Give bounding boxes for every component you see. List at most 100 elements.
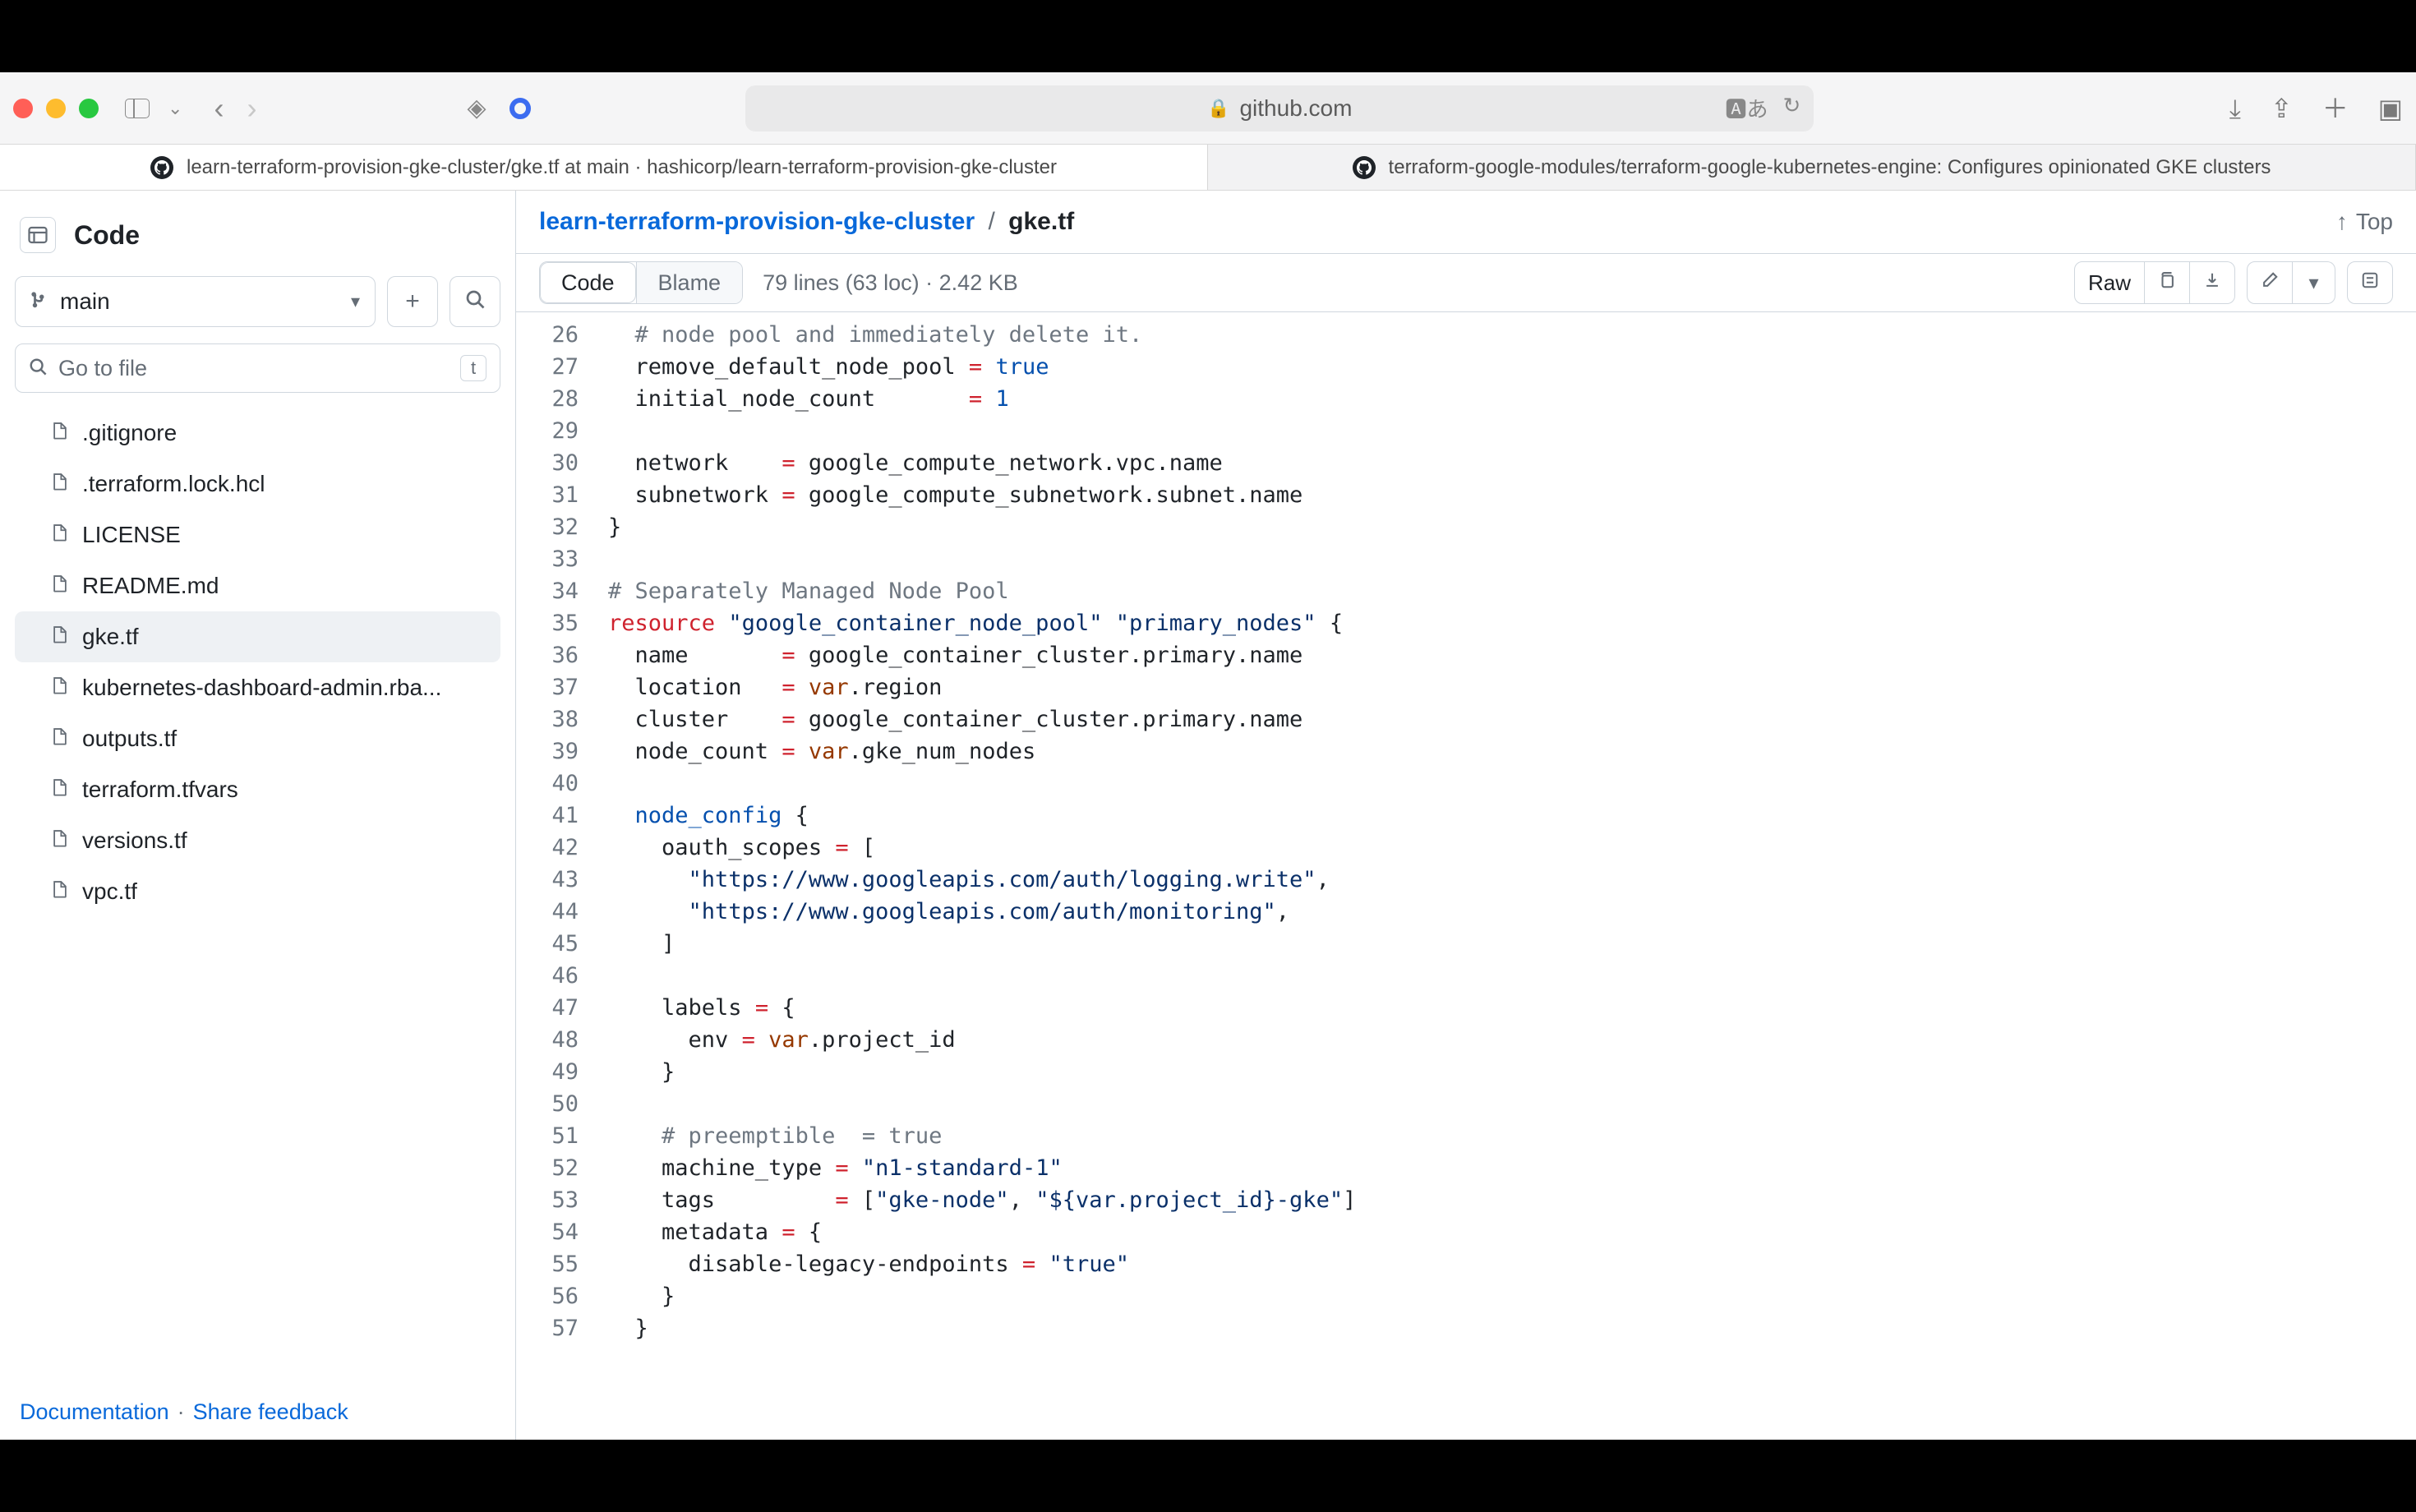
breadcrumb: learn-terraform-provision-gke-cluster / …: [539, 208, 1074, 236]
code-view[interactable]: 2627282930313233343536373839404142434445…: [516, 312, 2416, 1440]
zoom-window-button[interactable]: [79, 99, 99, 118]
line-number[interactable]: 48: [516, 1024, 579, 1056]
close-window-button[interactable]: [13, 99, 33, 118]
privacy-shield-icon[interactable]: ◈: [467, 94, 486, 122]
file-tree-item-label: vpc.tf: [82, 878, 137, 905]
file-tree-item-label: .terraform.lock.hcl: [82, 471, 265, 497]
file-filter-input[interactable]: Go to file t: [15, 343, 500, 393]
line-number[interactable]: 46: [516, 960, 579, 992]
reload-icon[interactable]: ↻: [1782, 93, 1800, 123]
line-number[interactable]: 31: [516, 479, 579, 511]
line-number[interactable]: 40: [516, 768, 579, 800]
add-file-button[interactable]: +: [387, 276, 438, 327]
symbols-button[interactable]: [2347, 261, 2393, 304]
file-filter-placeholder: Go to file: [58, 356, 147, 381]
line-number[interactable]: 57: [516, 1312, 579, 1344]
file-toolbar: Code Blame 79 lines (63 loc) · 2.42 KB R…: [516, 253, 2416, 312]
line-number[interactable]: 51: [516, 1120, 579, 1152]
line-number[interactable]: 39: [516, 735, 579, 768]
file-icon: [51, 471, 69, 498]
download-button[interactable]: [2190, 261, 2235, 304]
line-number[interactable]: 35: [516, 607, 579, 639]
breadcrumb-repo-link[interactable]: learn-terraform-provision-gke-cluster: [539, 208, 975, 235]
file-tree-item[interactable]: outputs.tf: [15, 713, 500, 764]
line-number[interactable]: 36: [516, 639, 579, 671]
documentation-link[interactable]: Documentation: [20, 1399, 169, 1425]
file-tree-item[interactable]: .terraform.lock.hcl: [15, 459, 500, 509]
file-tree-item[interactable]: versions.tf: [15, 815, 500, 866]
blame-view-button[interactable]: Blame: [636, 262, 743, 303]
code-line: metadata = {: [608, 1216, 1356, 1248]
line-number[interactable]: 37: [516, 671, 579, 703]
file-tree-item[interactable]: README.md: [15, 560, 500, 611]
line-number[interactable]: 38: [516, 703, 579, 735]
file-tree-item[interactable]: vpc.tf: [15, 866, 500, 917]
file-tree-item-label: LICENSE: [82, 522, 181, 548]
copy-button[interactable]: [2145, 261, 2190, 304]
line-number[interactable]: 45: [516, 928, 579, 960]
search-repo-button[interactable]: [450, 276, 500, 327]
edit-button[interactable]: [2247, 261, 2293, 304]
chevron-down-icon[interactable]: ⌄: [168, 98, 182, 119]
search-icon: [465, 288, 485, 316]
code-view-button[interactable]: Code: [540, 262, 636, 303]
line-number[interactable]: 43: [516, 864, 579, 896]
main-content: learn-terraform-provision-gke-cluster / …: [516, 191, 2416, 1440]
line-number[interactable]: 47: [516, 992, 579, 1024]
code-line: subnetwork = google_compute_subnetwork.s…: [608, 479, 1356, 511]
explorer-toggle-icon[interactable]: [20, 217, 56, 253]
file-tree-item[interactable]: terraform.tfvars: [15, 764, 500, 815]
share-icon[interactable]: ⇪: [2271, 95, 2293, 122]
share-feedback-link[interactable]: Share feedback: [193, 1399, 348, 1425]
file-tree-item-label: .gitignore: [82, 420, 177, 446]
minimize-window-button[interactable]: [46, 99, 66, 118]
branch-select[interactable]: main ▾: [15, 276, 376, 327]
back-button[interactable]: ‹: [214, 94, 224, 123]
chevron-down-icon: ▾: [2308, 271, 2318, 295]
file-tree-item[interactable]: kubernetes-dashboard-admin.rba...: [15, 662, 500, 713]
line-number[interactable]: 26: [516, 319, 579, 351]
address-bar[interactable]: 🔒 github.com 🅰あ ↻: [745, 85, 1814, 131]
site-settings-icon[interactable]: [509, 98, 531, 119]
line-number[interactable]: 28: [516, 383, 579, 415]
forward-button[interactable]: ›: [247, 94, 256, 123]
line-number[interactable]: 42: [516, 832, 579, 864]
line-number[interactable]: 52: [516, 1152, 579, 1184]
tab-overview-icon[interactable]: ▣: [2378, 95, 2403, 122]
raw-button[interactable]: Raw: [2074, 261, 2145, 304]
browser-tab-1[interactable]: terraform-google-modules/terraform-googl…: [1208, 145, 2416, 190]
browser-tab-title: terraform-google-modules/terraform-googl…: [1389, 156, 2271, 179]
file-icon: [51, 878, 69, 906]
line-number[interactable]: 54: [516, 1216, 579, 1248]
line-number[interactable]: 34: [516, 575, 579, 607]
new-tab-icon[interactable]: ＋: [2322, 95, 2349, 122]
sidebar-toggle-icon[interactable]: [125, 99, 150, 118]
downloads-icon[interactable]: ⤓: [2229, 95, 2241, 122]
line-number[interactable]: 44: [516, 896, 579, 928]
file-tree-item[interactable]: .gitignore: [15, 408, 500, 459]
code-line: [608, 415, 1356, 447]
line-number[interactable]: 53: [516, 1184, 579, 1216]
jump-to-top-button[interactable]: ↑ Top: [2336, 209, 2393, 235]
line-number[interactable]: 29: [516, 415, 579, 447]
file-tree-item[interactable]: LICENSE: [15, 509, 500, 560]
browser-tab-0[interactable]: learn-terraform-provision-gke-cluster/gk…: [0, 145, 1208, 190]
line-number[interactable]: 30: [516, 447, 579, 479]
line-number[interactable]: 32: [516, 511, 579, 543]
translate-icon[interactable]: 🅰あ: [1725, 93, 1768, 123]
line-number[interactable]: 56: [516, 1280, 579, 1312]
line-number[interactable]: 49: [516, 1056, 579, 1088]
line-number[interactable]: 33: [516, 543, 579, 575]
line-number[interactable]: 27: [516, 351, 579, 383]
window-controls: [13, 99, 99, 118]
line-number[interactable]: 50: [516, 1088, 579, 1120]
file-tree-item[interactable]: gke.tf: [15, 611, 500, 662]
file-icon: [51, 777, 69, 804]
breadcrumb-current-file: gke.tf: [1008, 208, 1074, 235]
code-line: }: [608, 1056, 1356, 1088]
edit-menu-button[interactable]: ▾: [2293, 261, 2335, 304]
line-number[interactable]: 41: [516, 800, 579, 832]
line-number[interactable]: 55: [516, 1248, 579, 1280]
code-content: # node pool and immediately delete it. r…: [592, 312, 1356, 1440]
top-label: Top: [2356, 209, 2393, 235]
